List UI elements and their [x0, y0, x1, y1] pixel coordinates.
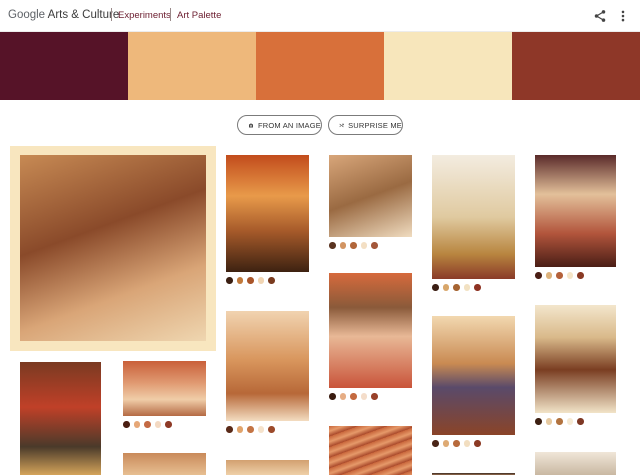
- artwork-man-red-hat[interactable]: [20, 362, 101, 475]
- palette-dot: [474, 284, 481, 291]
- tile-palette-dots: [123, 421, 172, 428]
- palette-dot: [144, 421, 151, 428]
- palette-dot: [535, 418, 542, 425]
- palette-dot: [556, 272, 563, 279]
- palette-dot: [154, 421, 161, 428]
- palette-dot: [535, 272, 542, 279]
- palette-dot: [566, 272, 573, 279]
- palette-dot: [432, 440, 439, 447]
- surprise-me-label: SURPRISE ME: [348, 120, 402, 130]
- palette-dot: [350, 393, 357, 400]
- top-bar: Google Arts & Culture Experiments Art Pa…: [0, 0, 640, 32]
- tile-palette-dots: [535, 272, 584, 279]
- palette-dot: [577, 272, 584, 279]
- palette-swatch-4[interactable]: [384, 32, 512, 100]
- breadcrumb-experiments[interactable]: Experiments: [118, 10, 171, 21]
- palette-swatch-5[interactable]: [512, 32, 640, 100]
- artwork-arena-scene[interactable]: [123, 361, 206, 416]
- palette-dot: [545, 272, 552, 279]
- from-image-button[interactable]: FROM AN IMAGE: [237, 115, 322, 135]
- palette-dot: [360, 393, 367, 400]
- artwork-still-life[interactable]: [329, 155, 412, 237]
- palette-dot: [247, 277, 254, 284]
- tile-palette-dots: [226, 426, 275, 433]
- color-palette: [0, 32, 640, 100]
- artwork-face-painting[interactable]: [226, 155, 309, 272]
- palette-dot: [432, 284, 439, 291]
- palette-dot: [268, 426, 275, 433]
- artwork-wood-cabinet[interactable]: [535, 305, 616, 413]
- palette-dot: [226, 426, 233, 433]
- palette-swatch-2[interactable]: [128, 32, 256, 100]
- palette-dot: [463, 284, 470, 291]
- palette-dot: [453, 284, 460, 291]
- artwork-woman-portrait[interactable]: [535, 155, 616, 267]
- breadcrumb-divider: [170, 8, 171, 21]
- brand-google: Google: [8, 9, 46, 21]
- palette-dot: [329, 242, 336, 249]
- palette-swatch-3[interactable]: [256, 32, 384, 100]
- artwork-man-photo[interactable]: [329, 273, 412, 388]
- palette-dot: [247, 426, 254, 433]
- share-icon[interactable]: [593, 9, 607, 23]
- brand-logo[interactable]: Google Arts & Culture: [8, 9, 119, 21]
- palette-dot: [371, 393, 378, 400]
- artwork-tree-drawing[interactable]: [226, 311, 309, 421]
- palette-dot: [268, 277, 275, 284]
- artwork-copper-rods[interactable]: [329, 426, 412, 475]
- palette-dot: [339, 242, 346, 249]
- palette-dot: [442, 440, 449, 447]
- tile-palette-dots: [226, 277, 275, 284]
- palette-dot: [453, 440, 460, 447]
- tile-palette-dots: [432, 440, 481, 447]
- artwork-religious-scene[interactable]: [432, 316, 515, 435]
- palette-dot: [236, 426, 243, 433]
- artwork-porcelain-stove[interactable]: [432, 155, 515, 279]
- tile-palette-dots: [432, 284, 481, 291]
- palette-dot: [133, 421, 140, 428]
- artwork-bottom-5[interactable]: [535, 452, 616, 475]
- breadcrumb-art-palette[interactable]: Art Palette: [177, 10, 221, 21]
- palette-dot: [339, 393, 346, 400]
- breadcrumb-divider: [111, 8, 112, 21]
- palette-dot: [165, 421, 172, 428]
- palette-dot: [236, 277, 243, 284]
- palette-dot: [566, 418, 573, 425]
- palette-dot: [442, 284, 449, 291]
- palette-dot: [257, 426, 264, 433]
- more-vert-icon[interactable]: [616, 9, 630, 23]
- palette-dot: [474, 440, 481, 447]
- tile-palette-dots: [535, 418, 584, 425]
- palette-swatch-1[interactable]: [0, 32, 128, 100]
- palette-dot: [371, 242, 378, 249]
- camera-icon: [248, 123, 253, 127]
- palette-dot: [350, 242, 357, 249]
- tile-palette-dots: [329, 393, 378, 400]
- palette-dot: [329, 393, 336, 400]
- brand-arts-culture: Arts & Culture: [45, 9, 120, 21]
- artwork-bottom-1[interactable]: [123, 453, 206, 475]
- shuffle-icon: [339, 123, 344, 127]
- palette-dot: [123, 421, 130, 428]
- palette-dot: [463, 440, 470, 447]
- palette-dot: [226, 277, 233, 284]
- selected-photo-boy[interactable]: [20, 155, 206, 341]
- palette-dot: [577, 418, 584, 425]
- palette-dot: [257, 277, 264, 284]
- tile-palette-dots: [329, 242, 378, 249]
- from-image-label: FROM AN IMAGE: [257, 120, 321, 130]
- palette-dot: [545, 418, 552, 425]
- surprise-me-button[interactable]: SURPRISE ME: [328, 115, 403, 135]
- artwork-bottom-2[interactable]: [226, 460, 309, 475]
- palette-dot: [556, 418, 563, 425]
- palette-dot: [360, 242, 367, 249]
